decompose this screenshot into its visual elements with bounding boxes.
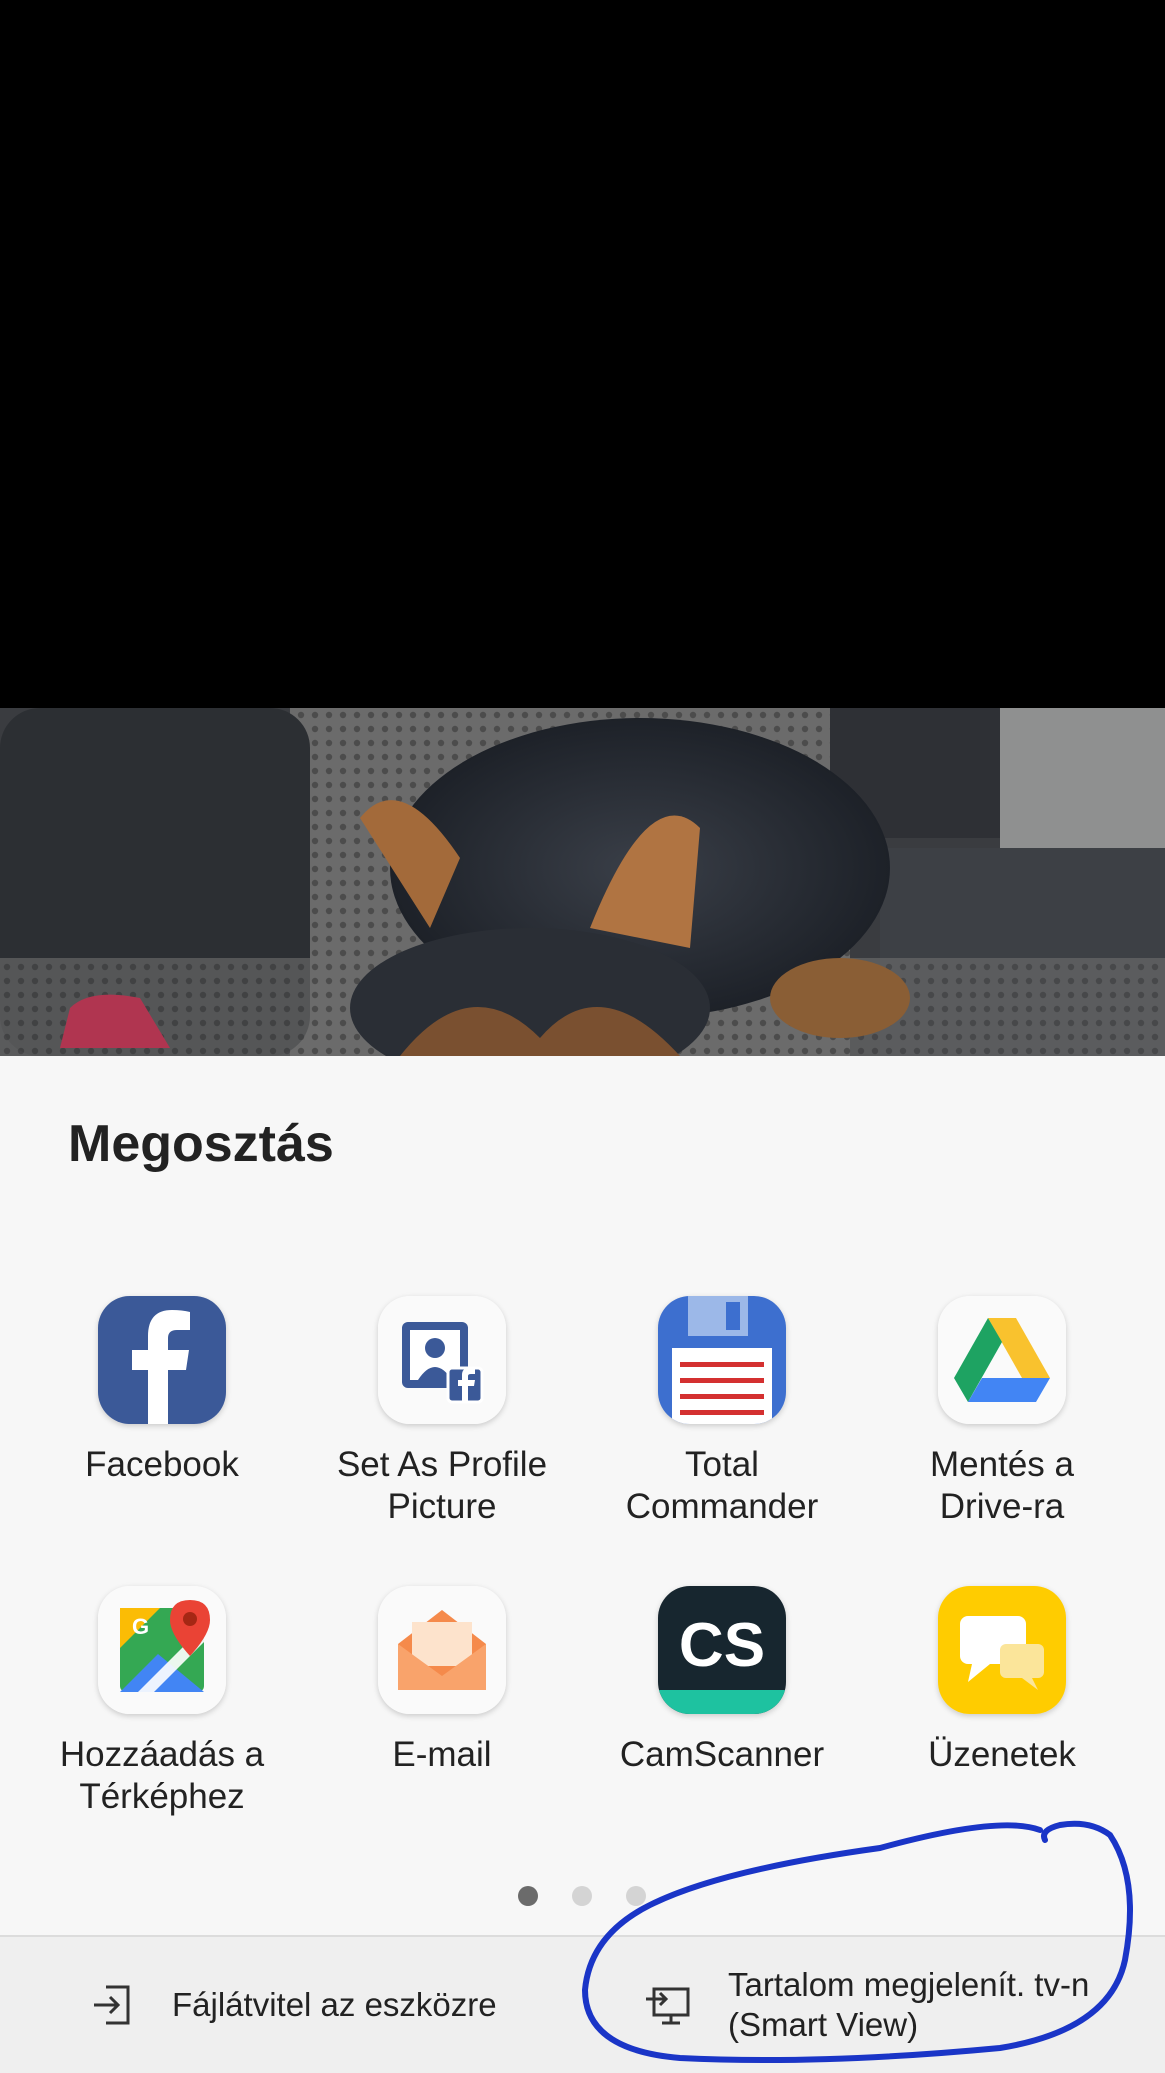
share-target-set-as-profile-picture[interactable]: Set As Profile Picture: [302, 1296, 582, 1528]
page-dot[interactable]: [626, 1886, 646, 1906]
share-target-facebook[interactable]: Facebook: [22, 1296, 302, 1486]
image-letterbox-top: [0, 0, 1165, 708]
share-target-google-maps[interactable]: G Hozzáadás a Térképhez: [22, 1586, 302, 1818]
share-bottom-actions: Fájlátvitel az eszközre Tartalom megjele…: [0, 1935, 1165, 2073]
camscanner-icon: CS: [658, 1586, 786, 1714]
smart-view-button[interactable]: Tartalom megjelenít. tv-n (Smart View): [644, 1937, 1089, 2073]
file-transfer-button[interactable]: Fájlátvitel az eszközre: [88, 1937, 497, 2073]
camscanner-logo-text: CS: [679, 1611, 765, 1680]
share-app-grid: Facebook Set As Profile Picture Total Co…: [22, 1296, 1142, 1856]
app-label-camscanner: CamScanner: [619, 1735, 825, 1774]
app-label-facebook: Facebook: [85, 1445, 239, 1484]
share-target-google-drive[interactable]: Mentés a Drive-ra: [862, 1296, 1142, 1528]
app-label-messages: Üzenetek: [928, 1735, 1076, 1774]
envelope-icon: [378, 1586, 506, 1714]
share-target-total-commander[interactable]: Total Commander: [582, 1296, 862, 1528]
app-label-google-drive: Mentés a Drive-ra: [930, 1445, 1074, 1526]
page-dot-active[interactable]: [518, 1886, 538, 1906]
share-target-camscanner[interactable]: CS CamScanner: [582, 1586, 862, 1776]
file-transfer-icon: [94, 1985, 130, 2025]
profile-picture-icon: [378, 1296, 506, 1424]
smart-view-icon: [646, 1987, 690, 2025]
shared-photo-preview: [0, 708, 1165, 1056]
floppy-disk-icon: [658, 1296, 786, 1424]
google-drive-icon: [938, 1296, 1066, 1424]
smart-view-label: Tartalom megjelenít. tv-n (Smart View): [728, 1966, 1090, 2043]
app-label-set-as-profile-picture: Set As Profile Picture: [336, 1445, 548, 1526]
svg-text:G: G: [132, 1614, 149, 1639]
file-transfer-label: Fájlátvitel az eszközre: [172, 1986, 497, 2023]
share-target-messages[interactable]: Üzenetek: [862, 1586, 1142, 1776]
app-label-google-maps: Hozzáadás a Térképhez: [59, 1735, 265, 1816]
facebook-icon: [98, 1296, 226, 1424]
app-label-total-commander: Total Commander: [625, 1445, 819, 1526]
share-target-email[interactable]: E-mail: [302, 1586, 582, 1776]
chat-bubble-icon: [938, 1586, 1066, 1714]
share-sheet-title: Megosztás: [68, 1115, 334, 1173]
page-dot[interactable]: [572, 1886, 592, 1906]
share-sheet: Megosztás Facebook Set As Profile Pictur…: [0, 1056, 1165, 2071]
google-maps-icon: G: [98, 1586, 226, 1714]
app-label-email: E-mail: [392, 1735, 492, 1774]
